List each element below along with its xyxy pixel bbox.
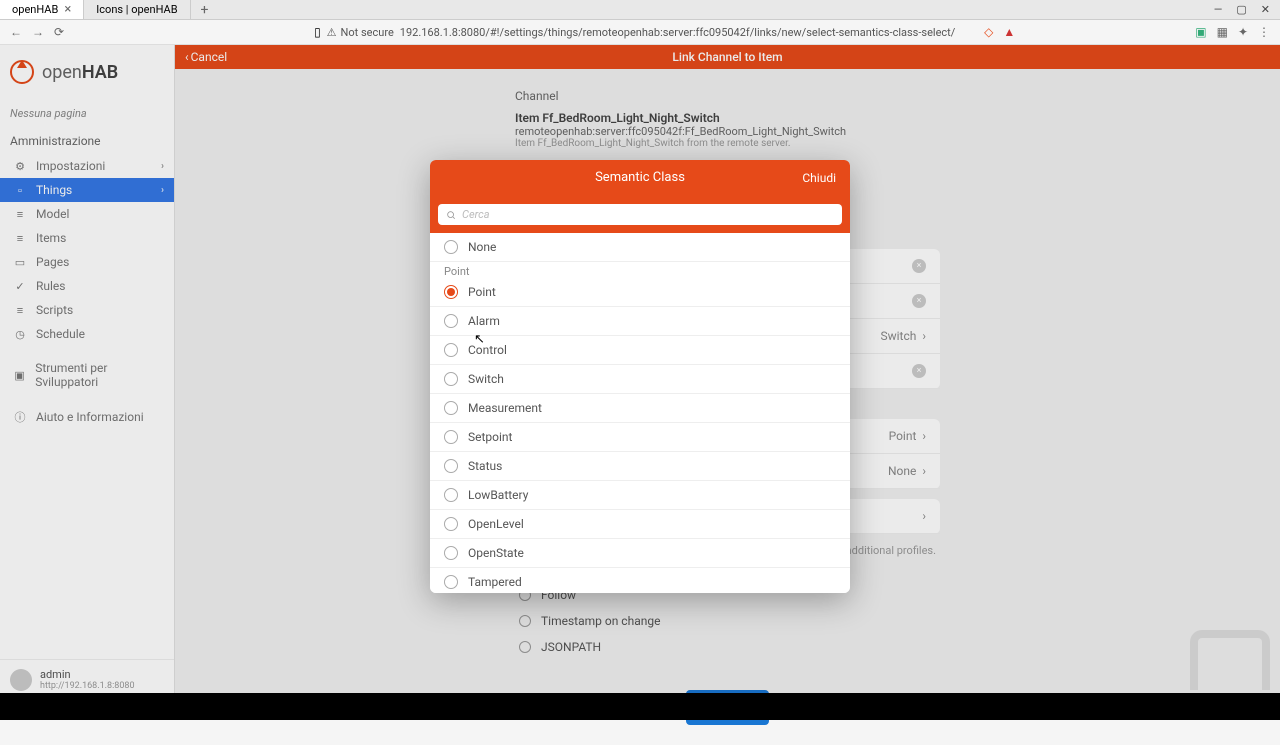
option-label: Measurement [468, 401, 542, 415]
browser-tab-icons[interactable]: Icons | openHAB [84, 0, 190, 19]
modal-title: Semantic Class [595, 170, 685, 185]
group-label-point: Point [430, 262, 850, 278]
option-label: Switch [468, 372, 504, 386]
forward-icon[interactable]: → [32, 25, 44, 39]
extensions-icon[interactable]: ✦ [1238, 25, 1248, 39]
option-alarm[interactable]: Alarm [430, 307, 850, 336]
option-openlevel[interactable]: OpenLevel [430, 510, 850, 539]
radio-icon [444, 488, 458, 502]
shield-icon[interactable]: ◇ [984, 25, 993, 39]
watermark [1190, 630, 1270, 690]
option-control[interactable]: Control [430, 336, 850, 365]
radio-icon [444, 343, 458, 357]
radio-icon [444, 314, 458, 328]
modal-body: None Point Point Alarm Control Switch Measur… [430, 233, 850, 593]
option-none[interactable]: None [430, 233, 850, 262]
option-label: OpenState [468, 546, 524, 560]
semantic-class-modal: Semantic Class Chiudi None Point Point Al… [430, 160, 850, 593]
close-icon[interactable]: × [64, 2, 71, 17]
option-status[interactable]: Status [430, 452, 850, 481]
option-label: Control [468, 343, 507, 357]
option-label: Setpoint [468, 430, 512, 444]
reload-icon[interactable]: ⟳ [54, 25, 64, 39]
option-label: LowBattery [468, 488, 528, 502]
address-bar: ← → ⟳ ▯ ⚠ Not secure 192.168.1.8:8080/#!… [0, 20, 1280, 45]
browser-tab-strip: openHAB × Icons | openHAB + — ▢ ✕ [0, 0, 1280, 20]
option-label: Tampered [468, 575, 522, 589]
option-setpoint[interactable]: Setpoint [430, 423, 850, 452]
option-lowbattery[interactable]: LowBattery [430, 481, 850, 510]
reader-icon[interactable]: ▦ [1217, 25, 1228, 39]
radio-icon [444, 459, 458, 473]
minimize-icon[interactable]: — [1214, 3, 1223, 16]
tab-title: Icons | openHAB [96, 3, 177, 16]
close-window-icon[interactable]: ✕ [1261, 3, 1270, 16]
option-label: Status [468, 459, 502, 473]
option-point[interactable]: Point [430, 278, 850, 307]
radio-icon [444, 240, 458, 254]
radio-icon [444, 517, 458, 531]
radio-icon [444, 575, 458, 589]
radio-icon [444, 285, 458, 299]
radio-icon [444, 546, 458, 560]
option-switch[interactable]: Switch [430, 365, 850, 394]
maximize-icon[interactable]: ▢ [1236, 3, 1246, 16]
option-measurement[interactable]: Measurement [430, 394, 850, 423]
menu-icon[interactable]: ⋮ [1258, 25, 1270, 39]
modal-search-wrap [430, 195, 850, 233]
bottom-strip [0, 693, 1280, 720]
translate-icon[interactable]: ▣ [1195, 25, 1206, 39]
bookmark-icon[interactable]: ▯ [314, 25, 321, 39]
radio-icon [444, 372, 458, 386]
option-label: Point [468, 285, 496, 299]
radio-icon [444, 430, 458, 444]
option-tampered[interactable]: Tampered [430, 568, 850, 593]
modal-header: Semantic Class Chiudi [430, 160, 850, 195]
url-text[interactable]: 192.168.1.8:8080/#!/settings/things/remo… [400, 26, 956, 39]
security-warning[interactable]: ⚠ Not secure [327, 26, 394, 39]
new-tab-button[interactable]: + [191, 2, 219, 18]
browser-tab-openhab[interactable]: openHAB × [0, 0, 84, 19]
option-label: OpenLevel [468, 517, 524, 531]
tab-title: openHAB [12, 3, 58, 16]
search-input[interactable] [438, 204, 842, 225]
radio-icon [444, 401, 458, 415]
warning-icon[interactable]: ▲ [1003, 25, 1015, 39]
option-label: Alarm [468, 314, 500, 328]
option-openstate[interactable]: OpenState [430, 539, 850, 568]
modal-close-button[interactable]: Chiudi [802, 171, 836, 185]
back-icon[interactable]: ← [10, 25, 22, 39]
